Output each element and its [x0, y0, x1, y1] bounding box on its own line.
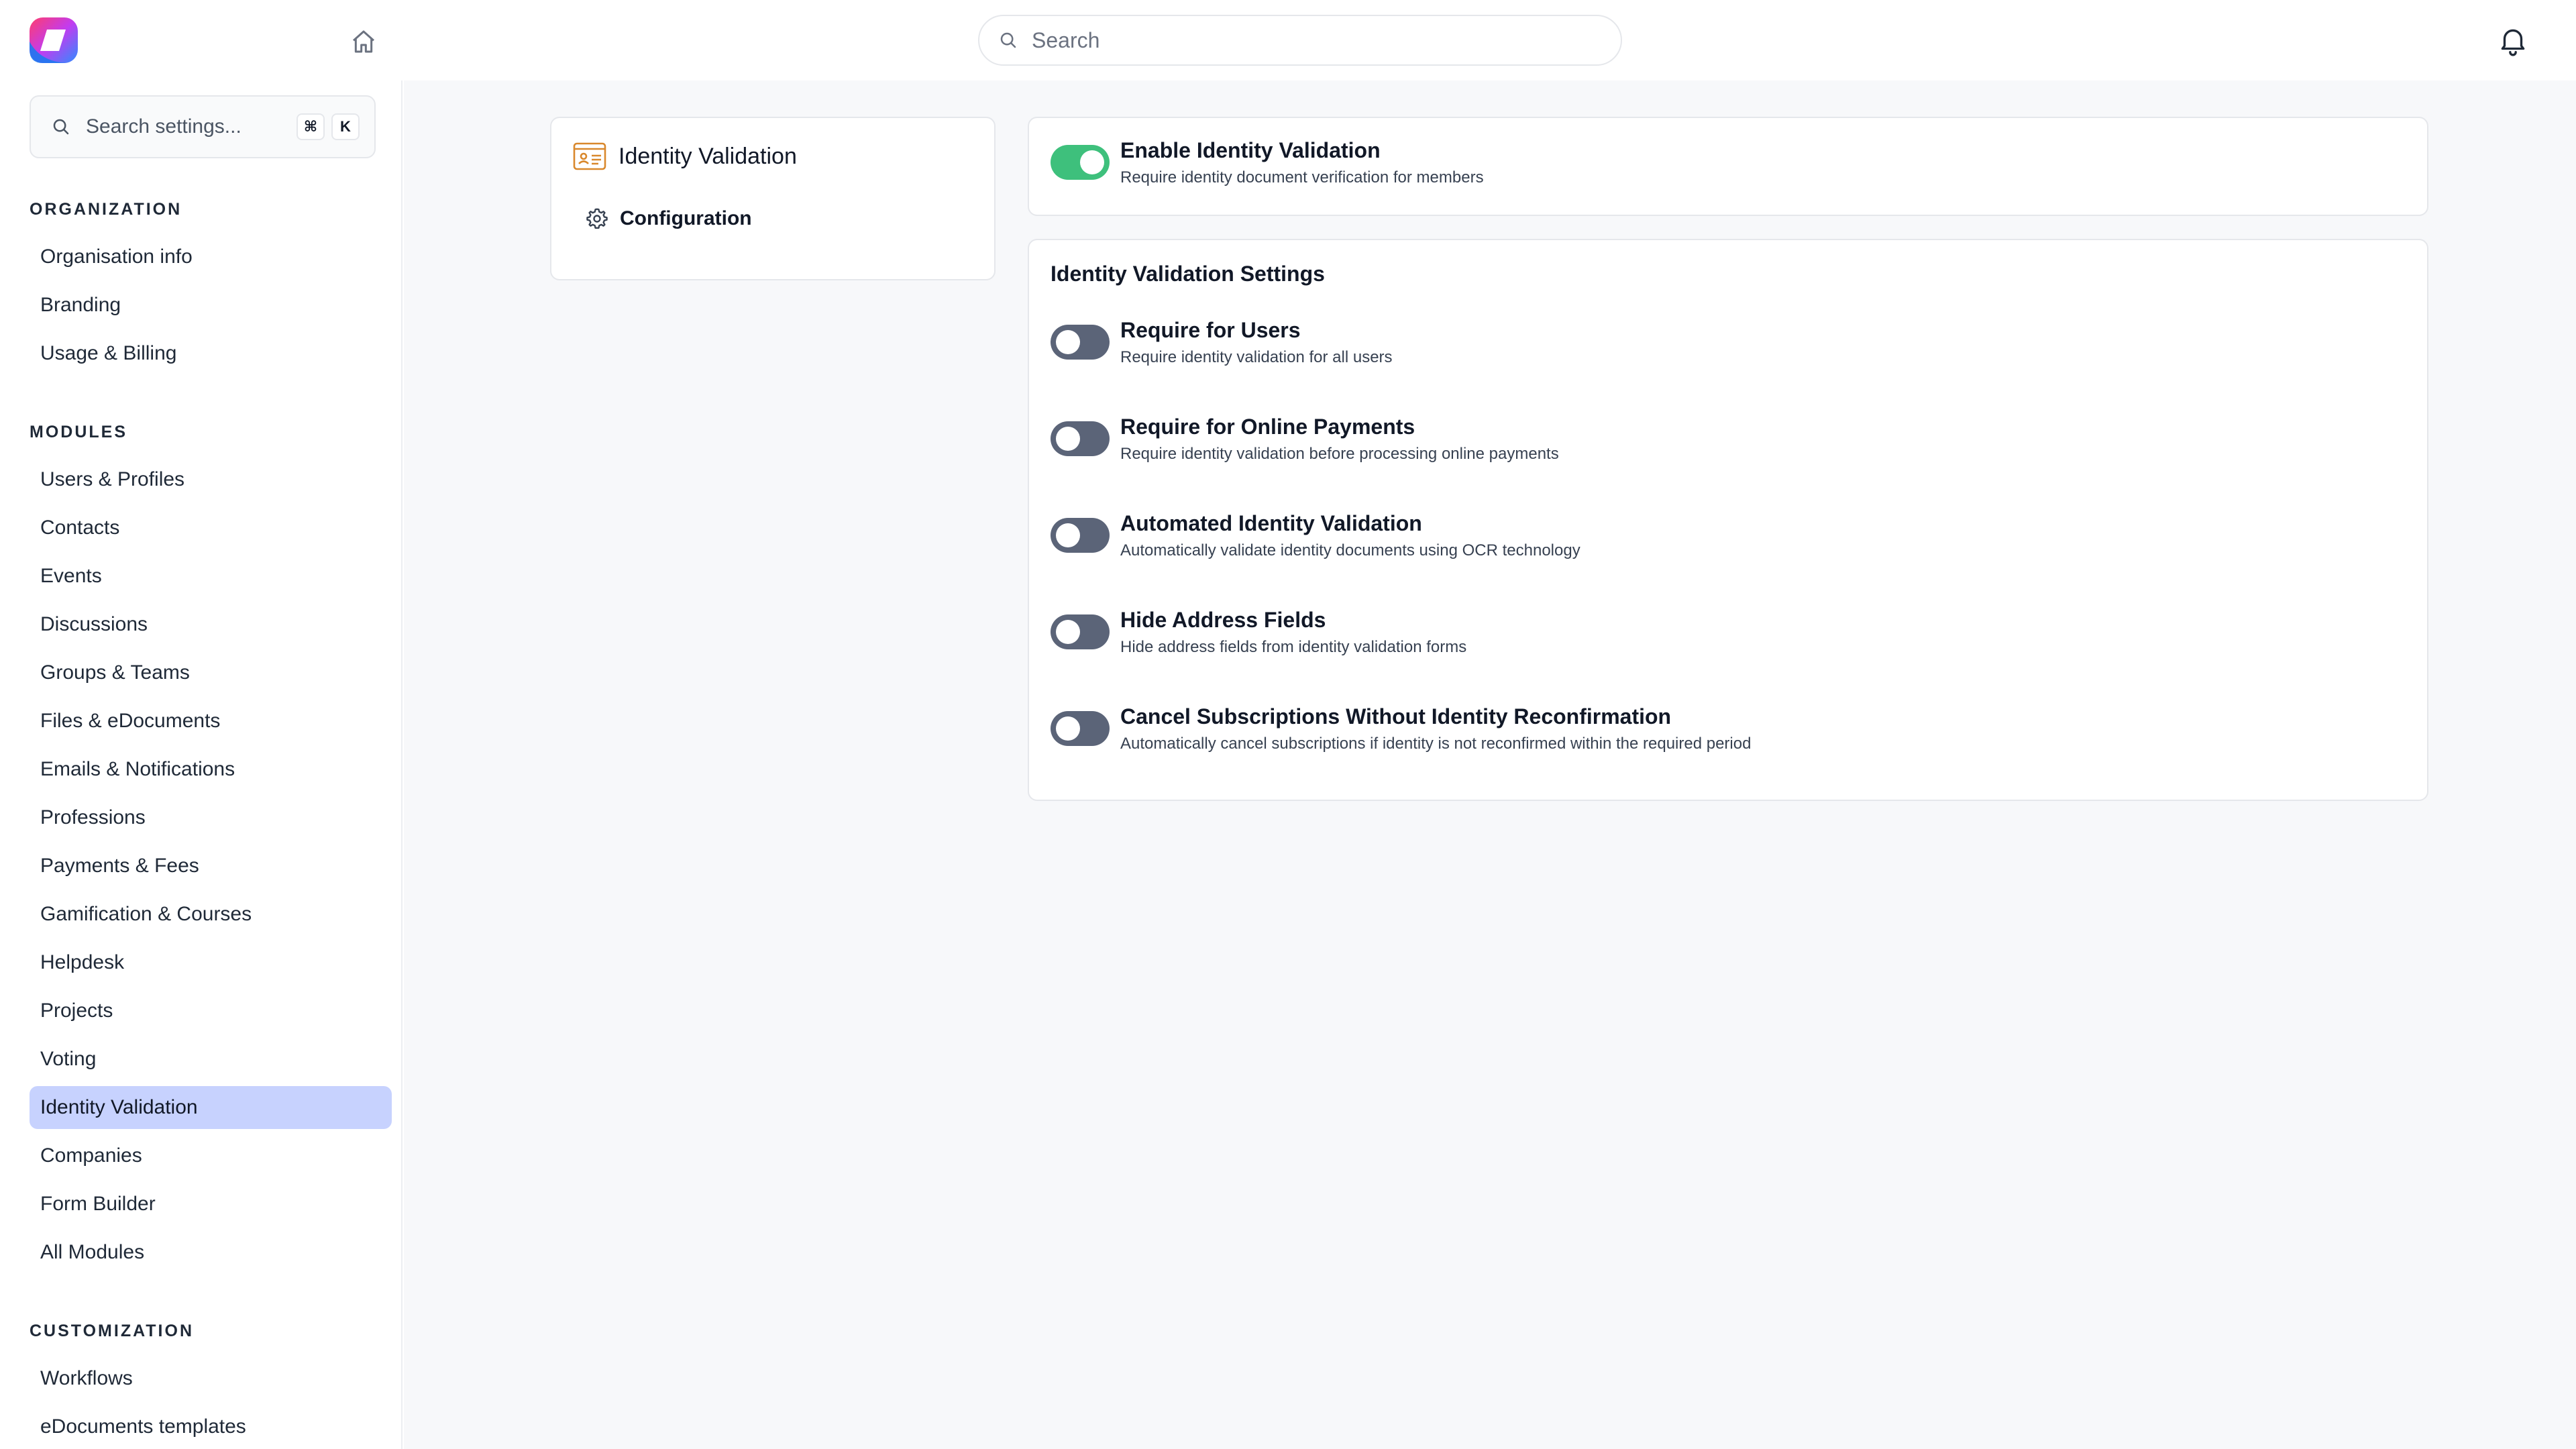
setting-text: Require for Online Payments Require iden…: [1120, 413, 1559, 466]
sidebar-item-voting[interactable]: Voting: [30, 1038, 392, 1081]
setting-row-automated-validation: Automated Identity Validation Automatica…: [1051, 510, 1580, 562]
setting-text: Hide Address Fields Hide address fields …: [1120, 606, 1466, 659]
sidebar-item-edocuments-templates[interactable]: eDocuments templates: [30, 1405, 392, 1448]
enable-text: Enable Identity Validation Require ident…: [1120, 137, 1484, 189]
setting-description: Require identity validation before proce…: [1120, 445, 1559, 463]
top-bar: [0, 0, 2576, 80]
search-icon: [1000, 32, 1016, 48]
enable-description: Require identity document verification f…: [1120, 168, 1484, 186]
sidebar-item-professions[interactable]: Professions: [30, 796, 392, 839]
sidebar-item-companies[interactable]: Companies: [30, 1134, 392, 1177]
setting-description: Automatically cancel subscriptions if id…: [1120, 735, 1752, 753]
global-search-input[interactable]: [1030, 27, 1567, 54]
automated-validation-toggle[interactable]: [1051, 518, 1110, 553]
main-content: Identity Validation Configuration Enable…: [404, 80, 2576, 1449]
setting-title: Hide Address Fields: [1120, 608, 1326, 632]
sidebar-item-gamification-courses[interactable]: Gamification & Courses: [30, 893, 392, 936]
sidebar-item-groups-teams[interactable]: Groups & Teams: [30, 651, 392, 694]
setting-row-require-users: Require for Users Require identity valid…: [1051, 317, 1393, 369]
gear-icon: [586, 208, 608, 229]
home-button[interactable]: [347, 25, 380, 58]
setting-title: Require for Users: [1120, 318, 1301, 342]
sidebar-item-users-profiles[interactable]: Users & Profiles: [30, 458, 392, 501]
setting-row-online-payments: Require for Online Payments Require iden…: [1051, 413, 1559, 466]
module-title: Identity Validation: [619, 143, 797, 169]
setting-text: Automated Identity Validation Automatica…: [1120, 510, 1580, 562]
notifications-button[interactable]: [2494, 21, 2532, 59]
nav-configuration-label: Configuration: [620, 207, 752, 229]
setting-row-cancel-subscriptions: Cancel Subscriptions Without Identity Re…: [1051, 703, 1751, 755]
shortcut-key-k: K: [331, 113, 360, 140]
sidebar-item-files-edocuments[interactable]: Files & eDocuments: [30, 700, 392, 743]
toggle-knob: [1056, 523, 1080, 547]
setting-title: Cancel Subscriptions Without Identity Re…: [1120, 704, 1672, 729]
settings-sidebar: Search settings... ⌘ K ORGANIZATION Orga…: [0, 80, 402, 1449]
section-title-modules: MODULES: [30, 423, 127, 441]
bell-icon: [2501, 29, 2525, 56]
settings-search-placeholder: Search settings...: [86, 115, 241, 138]
logo-icon: [30, 17, 78, 63]
sidebar-item-helpdesk[interactable]: Helpdesk: [30, 941, 392, 984]
require-users-toggle[interactable]: [1051, 325, 1110, 360]
toggle-knob: [1056, 427, 1080, 451]
sidebar-item-form-builder[interactable]: Form Builder: [30, 1183, 392, 1226]
cancel-subscriptions-toggle[interactable]: [1051, 711, 1110, 746]
app-logo[interactable]: [27, 15, 80, 66]
id-card-icon: [573, 142, 606, 170]
settings-search[interactable]: Search settings... ⌘ K: [30, 95, 376, 158]
setting-description: Hide address fields from identity valida…: [1120, 638, 1467, 656]
enable-row: Enable Identity Validation Require ident…: [1051, 137, 1484, 189]
module-header: Identity Validation: [573, 142, 797, 170]
settings-card: Identity Validation Settings Require for…: [1028, 239, 2428, 801]
setting-description: Require identity validation for all user…: [1120, 348, 1393, 366]
enable-card: Enable Identity Validation Require ident…: [1028, 117, 2428, 216]
hide-address-fields-toggle[interactable]: [1051, 614, 1110, 649]
search-icon: [53, 119, 69, 135]
enable-title: Enable Identity Validation: [1120, 138, 1381, 162]
toggle-knob: [1080, 150, 1104, 174]
sidebar-item-all-modules[interactable]: All Modules: [30, 1231, 392, 1274]
sidebar-item-projects[interactable]: Projects: [30, 989, 392, 1032]
setting-text: Cancel Subscriptions Without Identity Re…: [1120, 703, 1751, 755]
nav-configuration[interactable]: Configuration: [585, 207, 752, 231]
setting-row-hide-address: Hide Address Fields Hide address fields …: [1051, 606, 1466, 659]
sidebar-item-usage-billing[interactable]: Usage & Billing: [30, 332, 392, 375]
shortcut-key-cmd: ⌘: [297, 113, 325, 140]
settings-title: Identity Validation Settings: [1051, 262, 1325, 286]
section-title-customization: CUSTOMIZATION: [30, 1322, 195, 1340]
section-title-organization: ORGANIZATION: [30, 200, 182, 219]
sidebar-item-emails-notifications[interactable]: Emails & Notifications: [30, 748, 392, 791]
sidebar-item-organisation-info[interactable]: Organisation info: [30, 235, 392, 278]
setting-title: Automated Identity Validation: [1120, 511, 1422, 535]
setting-text: Require for Users Require identity valid…: [1120, 317, 1393, 369]
sidebar-item-identity-validation[interactable]: Identity Validation: [30, 1086, 392, 1129]
module-nav-card: Identity Validation Configuration: [550, 117, 996, 280]
toggle-knob: [1056, 330, 1080, 354]
sidebar-item-contacts[interactable]: Contacts: [30, 506, 392, 549]
toggle-knob: [1056, 620, 1080, 644]
toggle-knob: [1056, 716, 1080, 741]
setting-description: Automatically validate identity document…: [1120, 541, 1580, 559]
sidebar-item-events[interactable]: Events: [30, 555, 392, 598]
sidebar-item-payments-fees[interactable]: Payments & Fees: [30, 845, 392, 888]
require-online-payments-toggle[interactable]: [1051, 421, 1110, 456]
sidebar-item-branding[interactable]: Branding: [30, 284, 392, 327]
setting-title: Require for Online Payments: [1120, 415, 1415, 439]
sidebar-item-discussions[interactable]: Discussions: [30, 603, 392, 646]
global-search[interactable]: [978, 15, 1622, 66]
enable-identity-validation-toggle[interactable]: [1051, 145, 1110, 180]
home-icon: [353, 30, 374, 53]
sidebar-item-workflows[interactable]: Workflows: [30, 1357, 392, 1400]
